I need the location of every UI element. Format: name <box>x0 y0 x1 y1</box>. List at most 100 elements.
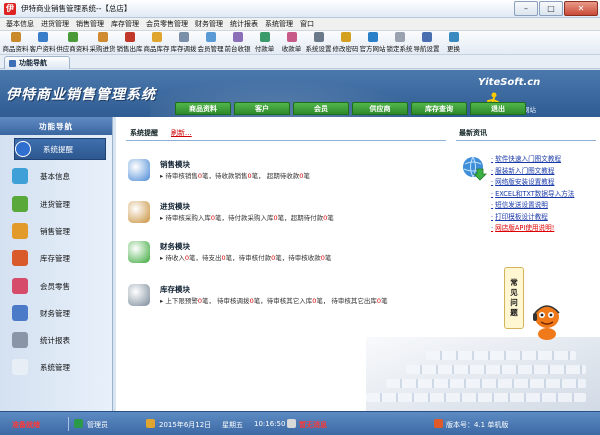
banner-tab-customers[interactable]: 客户 <box>234 102 290 115</box>
status-user: 管理员 <box>87 421 108 429</box>
toolbar-button-14[interactable]: 锁定系统 <box>386 32 413 53</box>
banner-tab-exit[interactable]: 退出 <box>470 102 526 115</box>
sidebar-item-4[interactable]: 库存管理 <box>12 247 104 269</box>
menu-reports[interactable]: 统计报表 <box>230 19 258 29</box>
menu-finance[interactable]: 财务管理 <box>195 19 223 29</box>
toolbar-label: 前台收银 <box>224 45 251 53</box>
toolbar-button-8[interactable]: 前台收银 <box>224 32 251 53</box>
app-logo-icon: 伊 <box>4 2 16 15</box>
sidebar-item-1[interactable]: 基本信息 <box>12 165 104 187</box>
module-0: 销售模块 ▸ 待审核销售0笔，待收款销售0笔， 超期待收款0笔 <box>128 159 310 181</box>
receipt-icon <box>286 32 297 42</box>
module-title[interactable]: 库存模块 <box>160 284 388 295</box>
sidebar-item-3[interactable]: 销售管理 <box>12 220 104 242</box>
toolbar-button-6[interactable]: 库存调拨 <box>170 32 197 53</box>
calendar-icon <box>146 419 155 428</box>
menu-bar: 基本信息 进货管理 销售管理 库存管理 会员零售管理 财务管理 统计报表 系统管… <box>0 18 600 31</box>
keyboard-row <box>366 393 586 402</box>
toolbar-label: 供应商资料 <box>56 45 89 53</box>
tab-strip: 功能导航 <box>0 55 600 69</box>
reminder-divider <box>126 140 446 141</box>
menu-basic-info[interactable]: 基本信息 <box>6 19 34 29</box>
sidebar-item-label: 库存管理 <box>40 253 70 263</box>
sidebar-item-6[interactable]: 财务管理 <box>12 302 104 324</box>
minimize-button[interactable]: – <box>514 1 538 16</box>
news-item-2[interactable]: · 网络版安装设置教程 <box>491 176 574 188</box>
faq-button[interactable]: 常 见 问 题 <box>504 267 524 329</box>
menu-inventory[interactable]: 库存管理 <box>111 19 139 29</box>
sidebar-item-5[interactable]: 会员零售 <box>12 275 104 297</box>
news-link-text: 网店版API使用说明! <box>495 224 555 232</box>
sidebar: 功能导航 系统提醒基本信息进货管理销售管理库存管理会员零售财务管理统计报表系统管… <box>0 117 113 411</box>
toolbar-button-5[interactable]: 商品库存 <box>143 32 170 53</box>
news-item-0[interactable]: · 软件快速入门图文教程 <box>491 153 574 165</box>
menu-purchase[interactable]: 进货管理 <box>41 19 69 29</box>
close-button[interactable]: ✕ <box>564 1 598 16</box>
news-item-4[interactable]: · 短信发送设置说明 <box>491 199 574 211</box>
news-bullet-icon: · <box>491 178 494 186</box>
banner-tab-members[interactable]: 会员 <box>293 102 349 115</box>
summary-text: 笔，待支出 <box>188 254 222 262</box>
menu-system[interactable]: 系统管理 <box>265 19 293 29</box>
maximize-button[interactable]: □ <box>539 1 563 16</box>
news-item-5[interactable]: · 打印模板设计教程 <box>491 211 574 223</box>
toolbar-button-1[interactable]: 客户资料 <box>29 32 56 53</box>
system-icon <box>12 359 28 375</box>
toolbar-label: 导航设置 <box>413 45 440 53</box>
summary-text: 待审核销售 <box>165 172 198 180</box>
status-message[interactable]: 暂无消息 <box>299 420 327 430</box>
status-time: 10:16:50 <box>254 420 286 428</box>
refresh-link[interactable]: 刷新... <box>171 128 192 138</box>
money-icon <box>128 241 150 263</box>
toolbar-button-4[interactable]: 销售出库 <box>116 32 143 53</box>
banner-tab-suppliers[interactable]: 供应商 <box>352 102 408 115</box>
toolbar-button-9[interactable]: 付款单 <box>251 32 278 53</box>
toolbar-button-15[interactable]: 导航设置 <box>413 32 440 53</box>
sales-icon <box>124 32 135 42</box>
window-title: 伊特商业销售管理系统--【总店】 <box>21 4 132 13</box>
banner-tab-products[interactable]: 商品资料 <box>175 102 231 115</box>
sidebar-item-label: 会员零售 <box>40 281 70 291</box>
banner: 伊特商业销售管理系统 YiteSoft.cn 官方网站 商品资料 客户 会员 供… <box>0 70 600 117</box>
menu-window[interactable]: 窗口 <box>300 19 314 29</box>
module-title[interactable]: 进货模块 <box>160 201 334 212</box>
member-icon <box>205 32 216 42</box>
warehouse-icon <box>12 250 28 266</box>
sidebar-item-0[interactable]: 系统提醒 <box>14 138 106 160</box>
news-item-1[interactable]: · 服装新入门图文教程 <box>491 165 574 177</box>
module-1: 进货模块 ▸ 待审核采购入库0笔，待付款采购入库0笔，超期待付款0笔 <box>128 201 334 223</box>
supplier-icon <box>67 32 78 42</box>
toolbar-button-12[interactable]: 修改密码 <box>332 32 359 53</box>
toolbar-button-11[interactable]: 系统设置 <box>305 32 332 53</box>
toolbar-button-16[interactable]: 更换 <box>440 32 467 53</box>
news-item-6[interactable]: · 网店版API使用说明! <box>491 222 574 234</box>
toolbar-label: 会员管理 <box>197 45 224 53</box>
toolbar-button-7[interactable]: 会员管理 <box>197 32 224 53</box>
toolbar-button-13[interactable]: 官方网站 <box>359 32 386 53</box>
sidebar-header: 功能导航 <box>0 117 112 135</box>
toolbar-button-10[interactable]: 收款单 <box>278 32 305 53</box>
sidebar-item-7[interactable]: 统计报表 <box>12 329 104 351</box>
sidebar-item-label: 统计报表 <box>40 335 70 345</box>
sidebar-item-label: 进货管理 <box>40 199 70 209</box>
menu-sales[interactable]: 销售管理 <box>76 19 104 29</box>
sidebar-item-2[interactable]: 进货管理 <box>12 193 104 215</box>
menu-member-retail[interactable]: 会员零售管理 <box>146 19 188 29</box>
toolbar-button-2[interactable]: 供应商资料 <box>56 32 89 53</box>
main-panel: 系统提醒 刷新... 最新资讯 销售模块 ▸ 待审核销售0笔，待收款销售0笔， 超… <box>116 117 600 411</box>
summary-text: 笔，超期待付款 <box>277 214 324 222</box>
module-title[interactable]: 销售模块 <box>160 159 310 170</box>
member-icon <box>12 278 28 294</box>
news-link-text: 服装新入门图文教程 <box>495 166 555 175</box>
toolbar-button-3[interactable]: 采购进货 <box>89 32 116 53</box>
user-icon <box>74 419 83 428</box>
banner-tabs: 商品资料 客户 会员 供应商 库存查询 退出 <box>175 102 526 115</box>
banner-tab-stock-query[interactable]: 库存查询 <box>411 102 467 115</box>
sidebar-item-8[interactable]: 系统管理 <box>12 356 104 378</box>
toolbar-button-0[interactable]: 商品资料 <box>2 32 29 53</box>
tab-function-nav[interactable]: 功能导航 <box>4 56 70 69</box>
news-item-3[interactable]: · EXCEL和TXT数据导入方法 <box>491 188 574 200</box>
module-title[interactable]: 财务模块 <box>160 241 331 252</box>
sidebar-item-label: 财务管理 <box>40 308 70 318</box>
toolbar-label: 更换 <box>447 45 460 53</box>
